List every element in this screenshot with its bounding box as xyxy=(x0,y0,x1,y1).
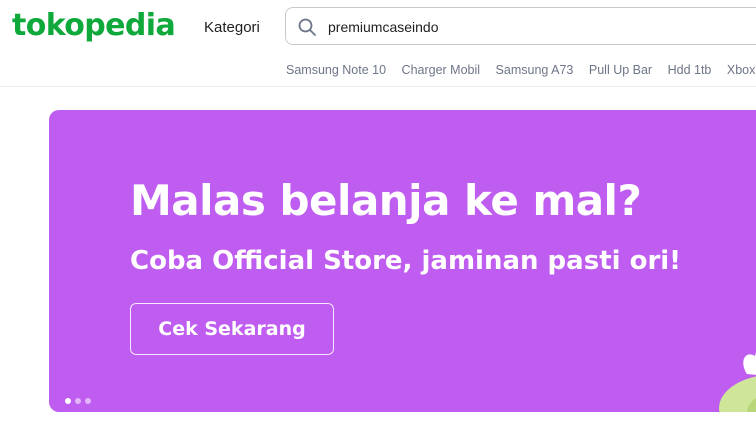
tokopedia-logo[interactable]: tokopedia xyxy=(12,6,176,46)
suggestion-link[interactable]: Charger Mobil xyxy=(402,63,481,77)
suggestion-link[interactable]: Samsung Note 10 xyxy=(286,63,386,77)
search-input[interactable]: premiumcaseindo xyxy=(328,17,439,37)
search-suggestions: Samsung Note 10 Charger Mobil Samsung A7… xyxy=(286,61,756,79)
suggestion-link[interactable]: Xbox S xyxy=(727,63,756,77)
top-header: tokopedia Kategori premiumcaseindo Samsu… xyxy=(0,0,756,87)
cek-sekarang-button[interactable]: Cek Sekarang xyxy=(130,303,334,355)
suggestion-link[interactable]: Samsung A73 xyxy=(496,63,574,77)
mascot-illustration xyxy=(719,352,756,412)
search-icon xyxy=(298,18,316,36)
search-bar[interactable]: premiumcaseindo xyxy=(285,7,756,45)
banner-headline: Malas belanja ke mal? xyxy=(130,176,642,225)
carousel-indicator xyxy=(65,391,95,404)
carousel-dot[interactable] xyxy=(85,398,91,404)
carousel-dot[interactable] xyxy=(65,398,71,404)
kategori-menu[interactable]: Kategori xyxy=(204,18,260,38)
promo-banner[interactable]: Malas belanja ke mal? Coba Official Stor… xyxy=(49,110,756,412)
banner-subheadline: Coba Official Store, jaminan pasti ori! xyxy=(130,246,682,276)
suggestion-link[interactable]: Hdd 1tb xyxy=(668,63,712,77)
carousel-dot[interactable] xyxy=(75,398,81,404)
suggestion-link[interactable]: Pull Up Bar xyxy=(589,63,652,77)
